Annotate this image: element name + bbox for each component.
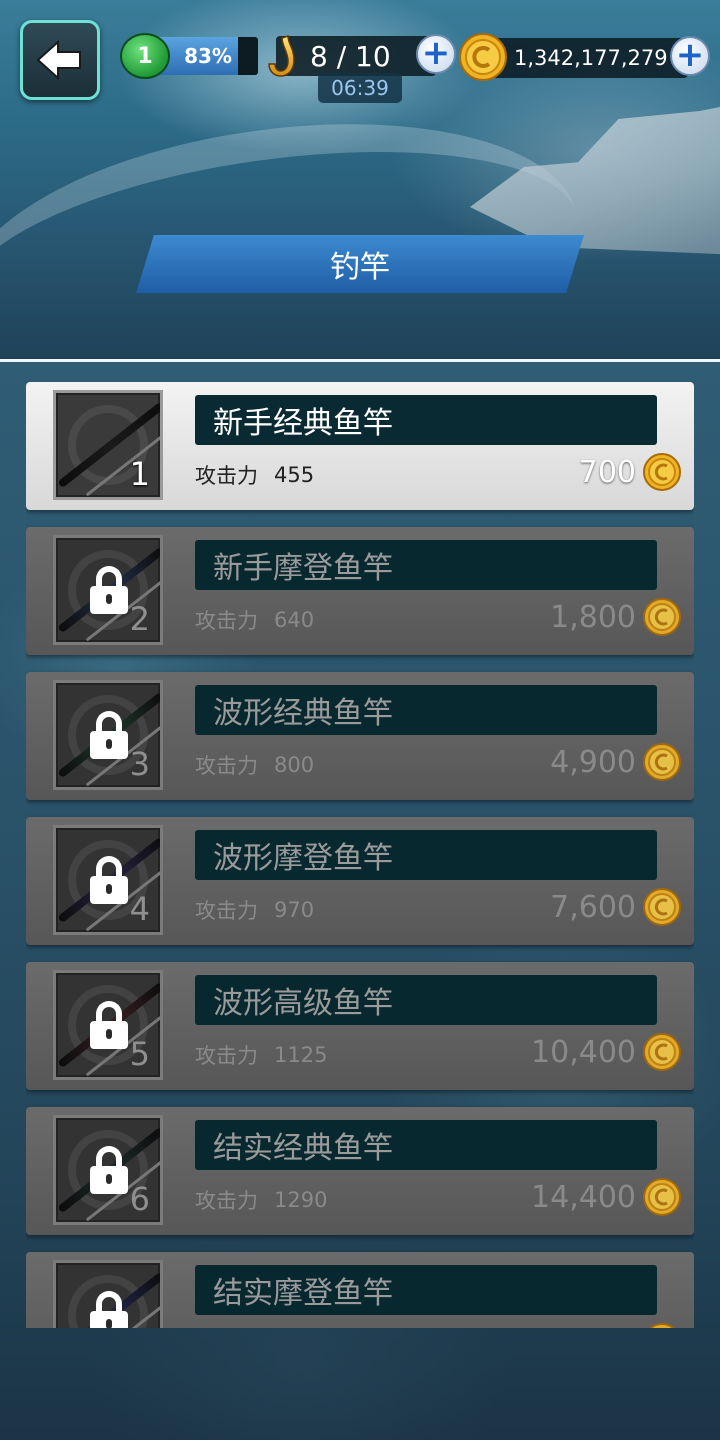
attack-value: 800	[274, 753, 315, 777]
rod-name: 新手经典鱼竿	[195, 395, 657, 445]
rod-name: 新手摩登鱼竿	[195, 540, 657, 590]
rod-name: 结实经典鱼竿	[195, 1120, 657, 1170]
rod-name: 波形摩登鱼竿	[195, 830, 657, 880]
energy-indicator: 8 / 10 +	[262, 34, 458, 78]
rod-price: 7,600	[550, 889, 636, 925]
lock-icon	[90, 711, 128, 759]
gold-coin-icon	[642, 1177, 682, 1217]
energy-count: 8 / 10	[310, 39, 391, 73]
attack-value: 970	[274, 898, 315, 922]
gold-coin-icon	[642, 887, 682, 927]
attack-label: 攻击力	[195, 609, 258, 633]
rod-item[interactable]: 1 新手经典鱼竿攻击力 455 700	[26, 382, 694, 510]
rod-price: 14,400	[531, 1179, 636, 1215]
rod-index: 7	[130, 1325, 150, 1328]
rod-thumbnail: 4	[53, 825, 163, 935]
rod-item[interactable]: 2 新手摩登鱼竿攻击力 640 1,800	[26, 527, 694, 655]
attack-label: 攻击力	[195, 1189, 258, 1213]
attack-value: 455	[274, 463, 315, 487]
rod-price: 4,900	[550, 744, 636, 780]
rod-price: 1,800	[550, 599, 636, 635]
coins-count: 1,342,177,279	[514, 46, 668, 70]
back-arrow-icon	[36, 40, 81, 80]
rod-index: 4	[129, 890, 150, 928]
rod-thumbnail: 2	[53, 535, 163, 645]
gold-coin-icon	[642, 597, 682, 637]
attack-label: 攻击力	[195, 464, 258, 488]
plus-icon: +	[675, 34, 705, 75]
rod-attack: 攻击力 1290	[195, 1185, 327, 1215]
attack-value: 1125	[274, 1043, 328, 1067]
rod-index: 6	[129, 1180, 150, 1218]
energy-timer: 06:39	[318, 73, 402, 103]
rod-name: 波形高级鱼竿	[195, 975, 657, 1025]
rod-name: 波形经典鱼竿	[195, 685, 657, 735]
plus-icon: +	[421, 32, 451, 73]
rod-list[interactable]: 1 新手经典鱼竿 攻击力 455 700 2 新手摩登鱼竿 攻击力 640 1,800 3 波形经典鱼…	[26, 382, 694, 1328]
rod-attack: 攻击力 455	[195, 460, 314, 490]
rod-thumbnail: 3	[53, 680, 163, 790]
rod-item[interactable]: 5 波形高级鱼竿攻击力 1125 10,400	[26, 962, 694, 1090]
lock-icon	[90, 856, 128, 904]
rod-item[interactable]: 3 波形经典鱼竿攻击力 800 4,900	[26, 672, 694, 800]
rod-index: 5	[129, 1035, 150, 1073]
rod-attack: 攻击力 800	[195, 750, 314, 780]
add-coins-button[interactable]: +	[670, 36, 710, 76]
coins-indicator: 1,342,177,279 +	[458, 32, 720, 82]
gold-coin-icon	[642, 452, 682, 492]
rod-thumbnail: 1	[53, 390, 163, 500]
attack-value: 1290	[274, 1188, 328, 1212]
rod-thumbnail: 5	[53, 970, 163, 1080]
attack-label: 攻击力	[195, 899, 258, 923]
gold-coin-icon	[642, 1322, 682, 1328]
attack-label: 攻击力	[195, 754, 258, 778]
rod-attack: 攻击力 1125	[195, 1040, 327, 1070]
lock-icon	[90, 1146, 128, 1194]
rod-index: 1	[129, 455, 150, 493]
gold-coin-icon	[642, 742, 682, 782]
attack-value: 640	[274, 608, 315, 632]
hook-icon	[268, 34, 295, 77]
rod-thumbnail: 6	[53, 1115, 163, 1225]
level-badge: 1	[120, 33, 170, 79]
add-energy-button[interactable]: +	[416, 34, 456, 74]
gold-coin-icon	[459, 33, 507, 81]
back-button[interactable]	[20, 20, 100, 100]
rod-price: 10,400	[531, 1034, 636, 1070]
rod-attack: 攻击力 970	[195, 895, 314, 925]
rod-item[interactable]: 6 结实经典鱼竿攻击力 1290 14,400	[26, 1107, 694, 1235]
page-title: 钓竿	[136, 235, 584, 293]
rod-attack: 攻击力 640	[195, 605, 314, 635]
lock-icon	[90, 1291, 128, 1328]
rod-price: 700	[578, 454, 636, 490]
rod-item[interactable]: 4 波形摩登鱼竿攻击力 970 7,600	[26, 817, 694, 945]
lock-icon	[90, 566, 128, 614]
rod-index: 3	[129, 745, 150, 783]
rod-item[interactable]: 7结实摩登鱼竿攻击力	[26, 1252, 694, 1328]
gold-coin-icon	[642, 1032, 682, 1072]
lock-icon	[90, 1001, 128, 1049]
rod-name: 结实摩登鱼竿	[195, 1265, 657, 1315]
level-indicator: 83% 1	[120, 33, 260, 79]
attack-label: 攻击力	[195, 1044, 258, 1068]
rod-index: 2	[129, 600, 150, 638]
rod-thumbnail: 7	[53, 1260, 163, 1328]
